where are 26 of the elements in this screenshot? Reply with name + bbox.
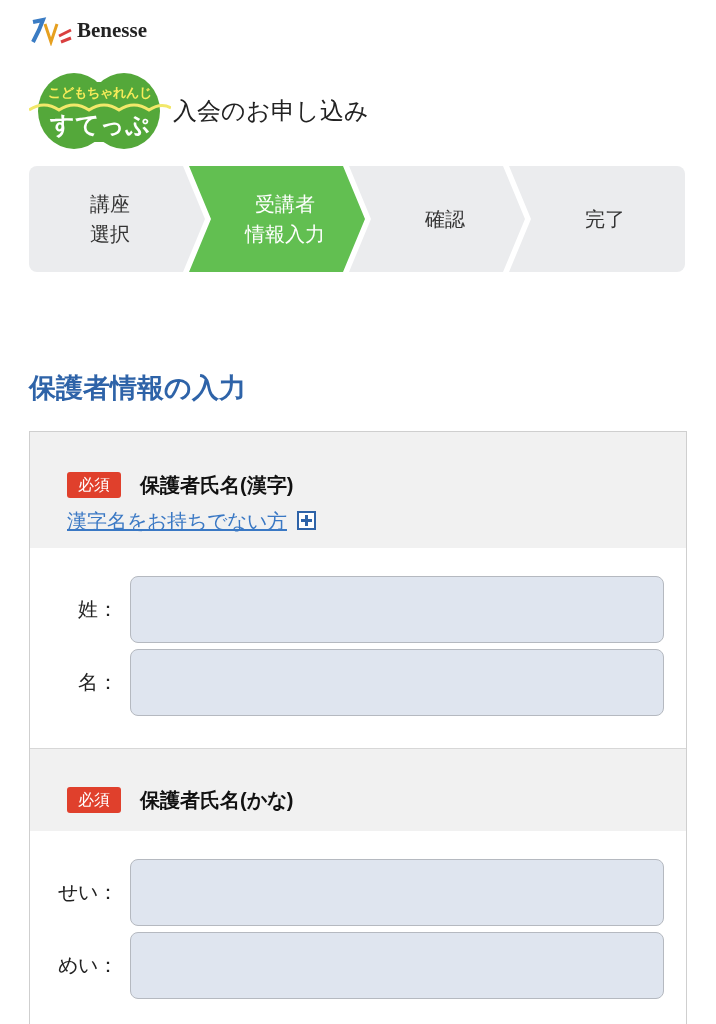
logo-icon xyxy=(29,16,73,46)
text-input[interactable] xyxy=(130,931,664,999)
field-label: めい： xyxy=(57,953,119,978)
page-title: 入会のお申し込み xyxy=(173,96,369,126)
step-label: 講座 xyxy=(90,192,130,217)
step-label: 確認 xyxy=(425,207,465,232)
field-title: 保護者氏名(かな) xyxy=(140,787,294,813)
text-input[interactable] xyxy=(130,575,664,643)
field-label: 姓： xyxy=(77,597,119,622)
step-label: 完了 xyxy=(585,207,625,232)
field-title: 保護者氏名(漢字) xyxy=(140,472,294,498)
field-label: 名： xyxy=(77,670,119,695)
step-label: 受講者 xyxy=(255,192,315,217)
logo-tagline: こどもちゃれんじ xyxy=(48,85,152,99)
section-heading: 保護者情報の入力 xyxy=(29,372,247,405)
brand-name: Benesse xyxy=(77,17,147,45)
step-label: 情報入力 xyxy=(245,222,325,247)
step-label: 選択 xyxy=(90,222,130,247)
required-badge: 必須 xyxy=(67,786,121,813)
text-input[interactable] xyxy=(130,858,664,926)
required-badge: 必須 xyxy=(67,471,121,498)
field-label: せい： xyxy=(57,880,119,905)
expand-plus-icon[interactable] xyxy=(297,511,316,530)
logo-name: すてっぷ xyxy=(50,112,150,137)
text-input[interactable] xyxy=(130,648,664,716)
help-link[interactable]: 漢字名をお持ちでない方 xyxy=(67,505,287,536)
